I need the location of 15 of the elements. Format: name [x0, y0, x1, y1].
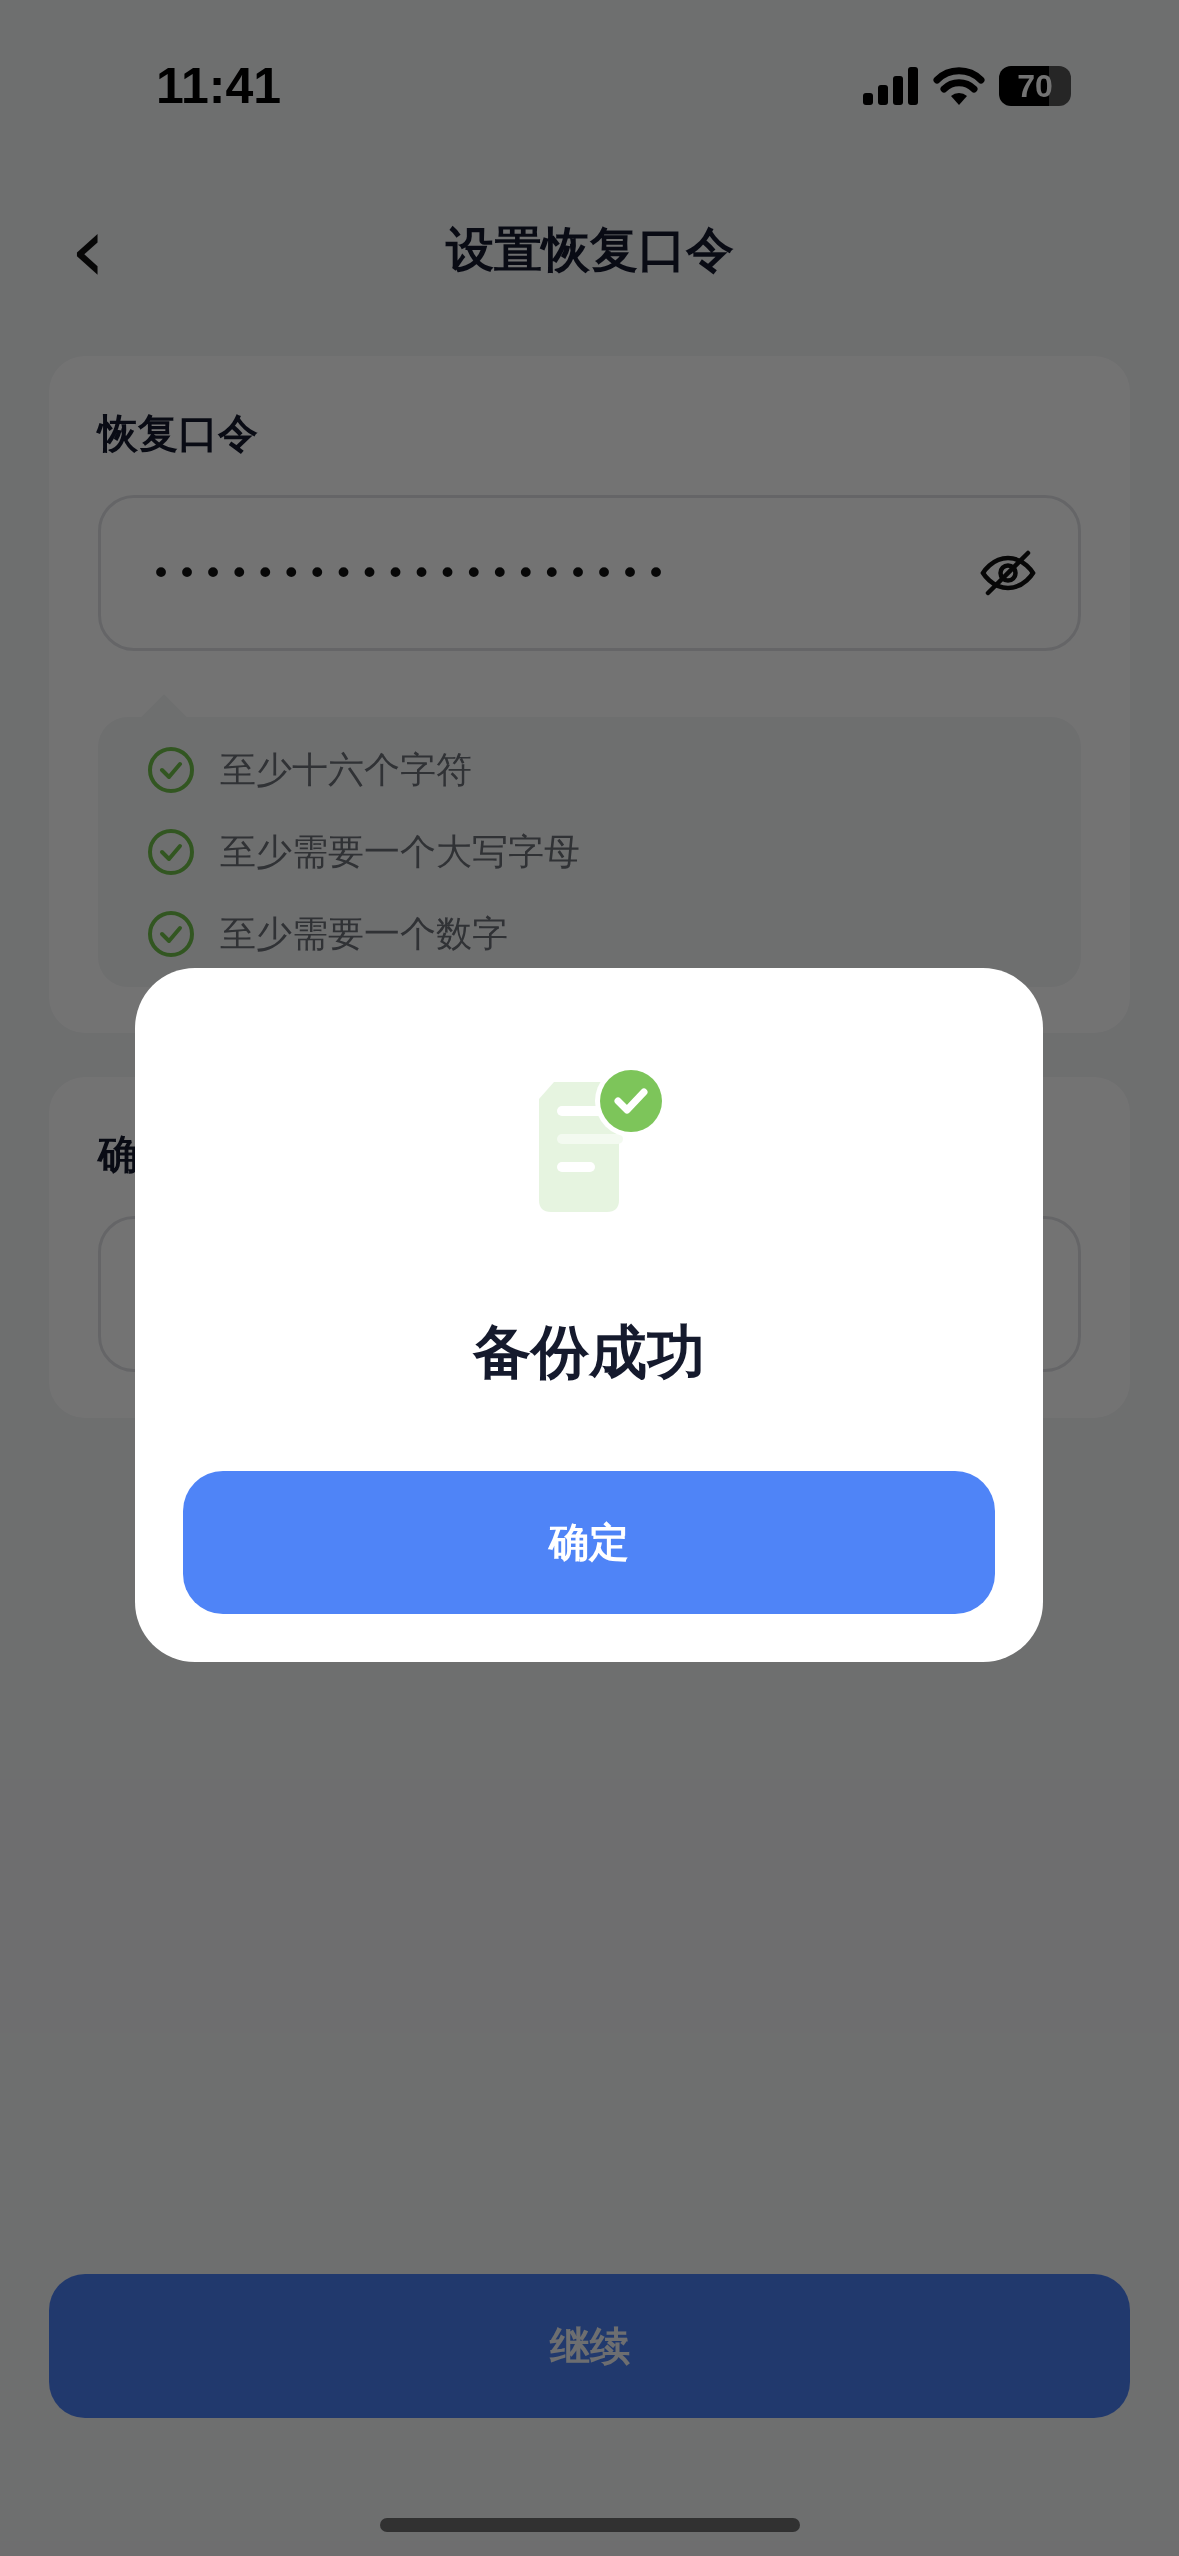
requirement-text: 至少需要一个数字	[220, 911, 508, 956]
status-time: 11:41	[156, 57, 282, 115]
requirement-text: 至少十六个字符	[220, 747, 472, 792]
requirement-text: 至少需要一个大写字母	[220, 829, 580, 874]
confirm-button[interactable]: 确定	[183, 1471, 995, 1614]
password-field[interactable]: ••••••••••••••••••••	[98, 495, 1081, 651]
field-label: 确	[98, 1130, 139, 1179]
continue-button[interactable]: 继续	[49, 2274, 1130, 2418]
field-label: 恢复口令	[98, 409, 259, 458]
page-title: 设置恢复口令	[445, 220, 734, 279]
back-button[interactable]: ‹	[60, 205, 116, 295]
battery-icon: 70	[999, 66, 1071, 106]
signal-icon	[863, 67, 919, 105]
wifi-icon	[933, 67, 985, 105]
dialog-title: 备份成功	[473, 1317, 705, 1388]
